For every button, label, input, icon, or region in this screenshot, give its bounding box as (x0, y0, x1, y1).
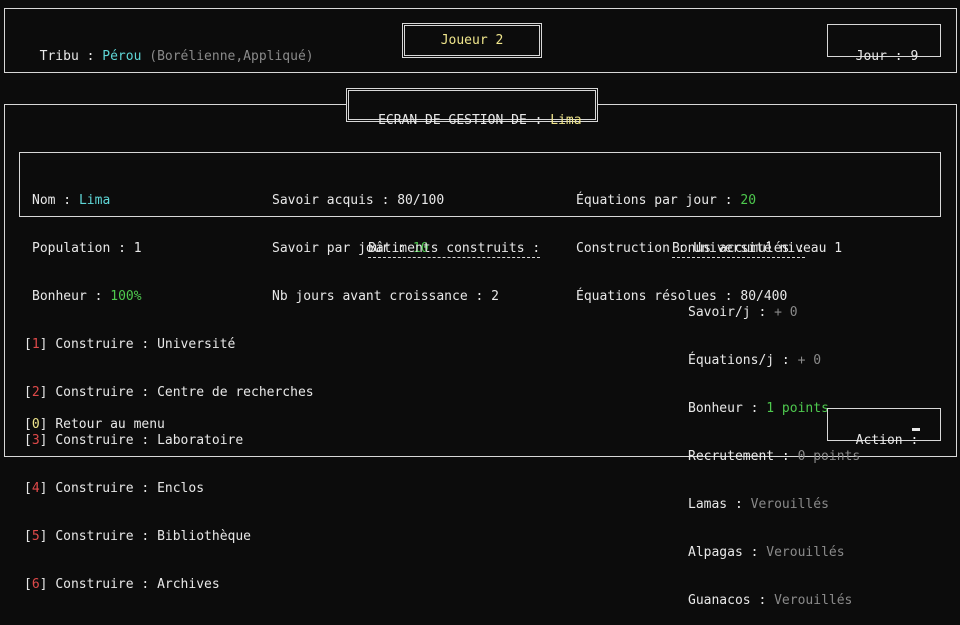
tribe-label: Tribu (39, 49, 79, 64)
stat-growth: Nb jours avant croissance : 2 (272, 289, 499, 304)
menu-item-build-archives[interactable]: [6] Construire : Archives (24, 577, 314, 593)
build-menu: [1] Construire : Université [2] Construi… (24, 305, 314, 609)
screen-title-city: Lima (550, 113, 582, 128)
tribe-name: Pérou (102, 49, 142, 64)
day-value: 9 (910, 49, 919, 64)
stat-happiness: Bonheur : 100% (32, 289, 142, 304)
stats-col-1: Nom : Lima Population : 1 Bonheur : 100% (32, 161, 142, 321)
buildings-title: Bâtiments construits : (368, 241, 541, 258)
bonus-row: Guanacos : Verouillés (688, 593, 853, 608)
bonus-row: Recrutement : 0 points (688, 449, 861, 464)
cursor-icon (912, 428, 920, 431)
screen-title: ECRAN DE GESTION DE : Lima (378, 113, 582, 128)
menu-item-build-enclosure[interactable]: [4] Construire : Enclos (24, 481, 314, 497)
day-counter: Jour : 9 (855, 49, 919, 64)
bonus-row: Alpagas : Verouillés (688, 545, 845, 560)
bonus-row: Équations/j : + 0 (688, 353, 822, 368)
action-label: Action : (855, 433, 919, 448)
screen-title-prefix: ECRAN DE GESTION DE (378, 113, 527, 128)
menu-item-build-library[interactable]: [5] Construire : Bibliothèque (24, 529, 314, 545)
stat-name: Nom : Lima (32, 193, 111, 208)
menu-item-build-university[interactable]: [1] Construire : Université (24, 337, 314, 353)
tribe-traits: (Borélienne,Appliqué) (149, 49, 314, 64)
stat-knowledge: Savoir acquis : 80/100 (272, 193, 445, 208)
bonus-title: Bonus accumulés : (672, 241, 806, 258)
bonus-row: Lamas : Verouillés (688, 497, 829, 512)
stat-equations-day: Équations par jour : 20 (576, 193, 757, 208)
day-label: Jour (855, 49, 887, 64)
menu-item-build-research-center[interactable]: [2] Construire : Centre de recherches (24, 385, 314, 401)
stat-population: Population : 1 (32, 241, 142, 256)
bonus-row: Savoir/j : + 0 (688, 305, 798, 320)
bonus-list: Savoir/j : + 0 Équations/j : + 0 Bonheur… (688, 273, 860, 625)
player-label: Joueur 2 (440, 33, 504, 48)
menu-item-build-laboratory[interactable]: [3] Construire : Laboratoire (24, 433, 314, 449)
menu-item-back[interactable]: [0] Retour au menu (24, 417, 165, 433)
action-prompt: Action : (840, 417, 919, 449)
tribe-info: Tribu : Pérou (Borélienne,Appliqué) (39, 49, 314, 64)
